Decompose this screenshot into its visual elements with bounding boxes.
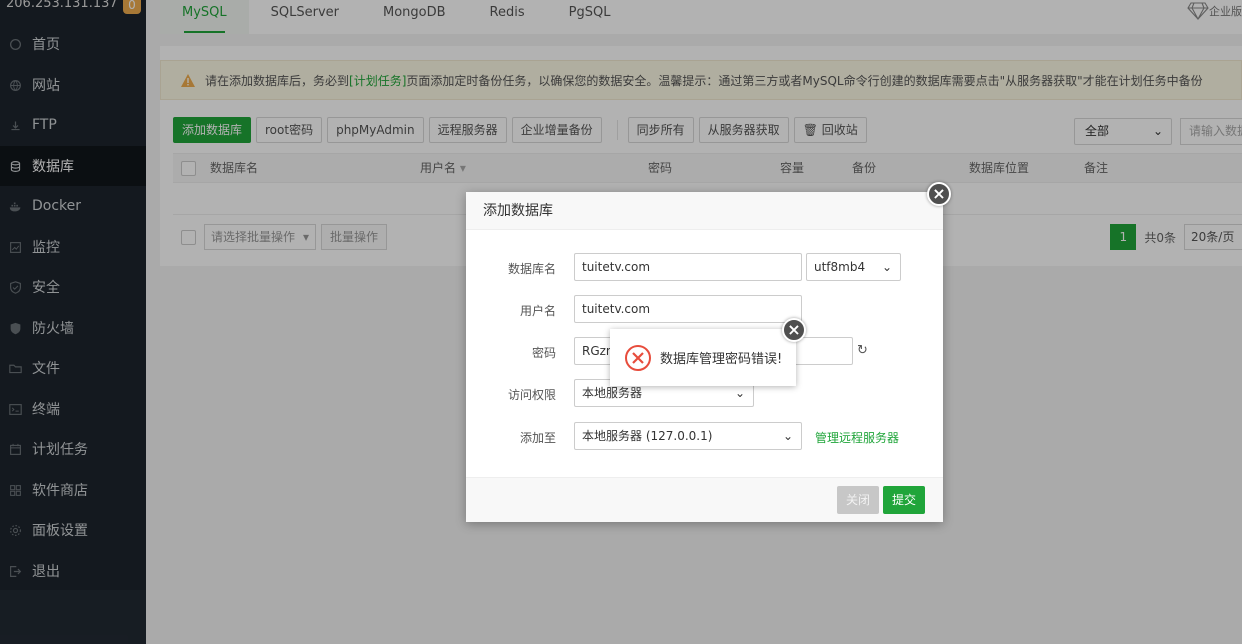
add-to-value: 本地服务器 (127.0.0.1)	[582, 429, 713, 443]
close-button[interactable]: 关闭	[836, 486, 879, 514]
manage-remote-link[interactable]: 管理远程服务器	[815, 429, 899, 446]
add-to-label: 添加至	[519, 431, 556, 445]
chevron-down-icon: ⌄	[782, 429, 793, 443]
dialog-close-icon[interactable]: ×	[927, 182, 951, 206]
error-icon	[625, 344, 651, 371]
submit-button[interactable]: 提交	[882, 486, 925, 514]
dialog-title: 添加数据库	[466, 192, 943, 230]
access-label: 访问权限	[507, 388, 556, 402]
toast-close-icon[interactable]: ×	[782, 318, 806, 342]
dialog-footer: 关闭 提交	[466, 477, 943, 522]
error-toast: 数据库管理密码错误!	[610, 329, 796, 386]
add-to-select[interactable]: 本地服务器 (127.0.0.1) ⌄	[574, 422, 802, 450]
charset-select[interactable]: utf8mb4 ⌄	[806, 253, 901, 281]
password-label: 密码	[531, 346, 556, 360]
access-value: 本地服务器	[582, 386, 643, 400]
db-name-label: 数据库名	[507, 262, 556, 276]
username-input[interactable]: tuitetv.com	[574, 295, 802, 323]
charset-value: utf8mb4	[814, 260, 866, 274]
db-name-input[interactable]: tuitetv.com	[574, 253, 802, 281]
chevron-down-icon: ⌄	[881, 260, 892, 274]
toast-message: 数据库管理密码错误!	[660, 352, 783, 367]
refresh-password-icon[interactable]: ↻	[857, 343, 868, 358]
username-label: 用户名	[519, 304, 556, 318]
